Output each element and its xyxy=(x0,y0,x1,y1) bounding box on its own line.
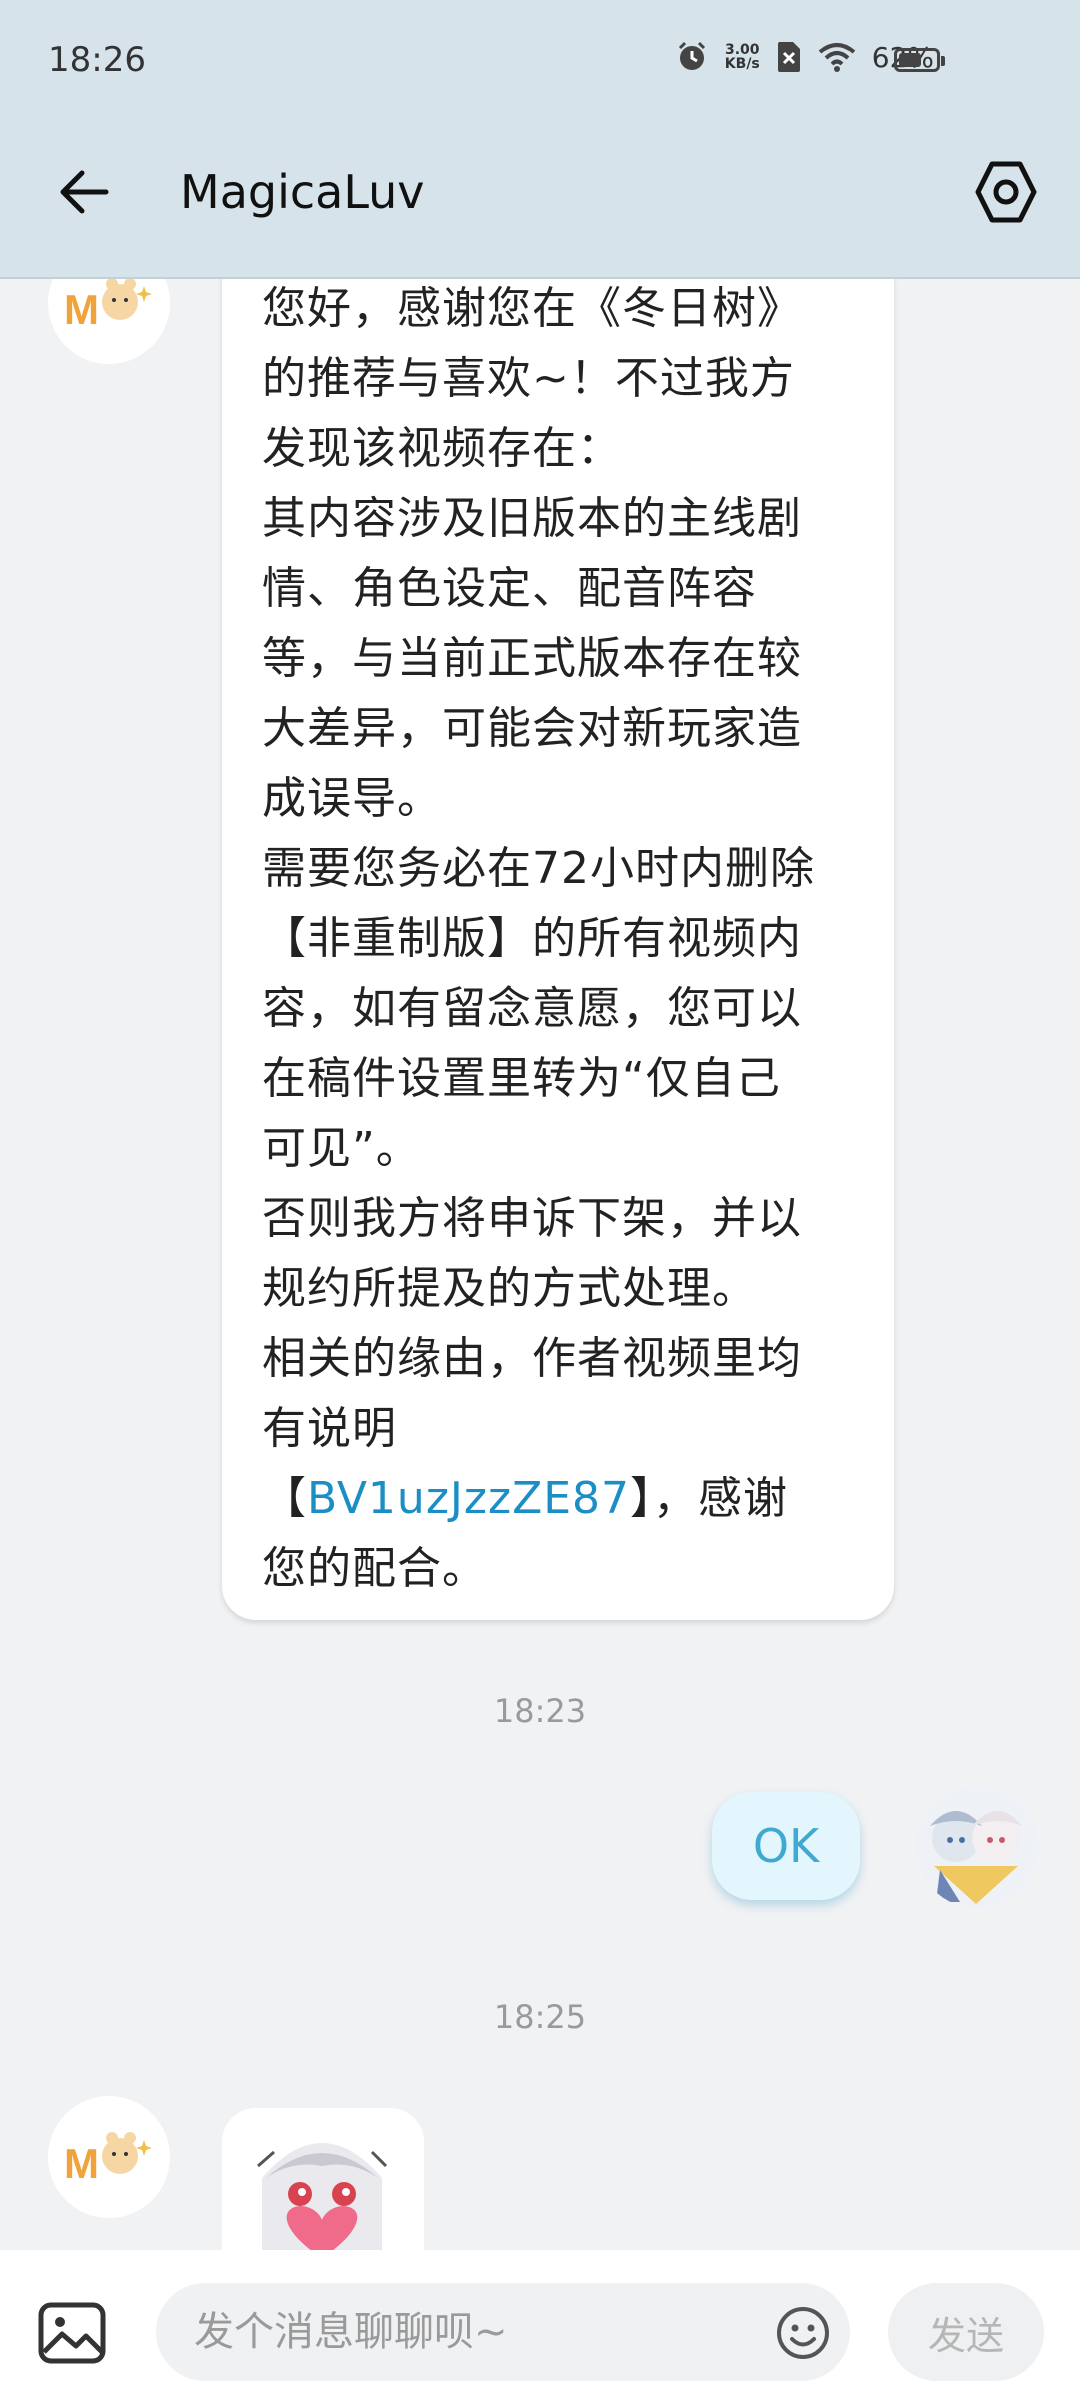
wifi-icon xyxy=(818,43,856,72)
svg-text:M: M xyxy=(64,286,99,333)
input-bar: 发送 xyxy=(0,2250,1080,2408)
page-title: MagicaLuv xyxy=(180,165,425,219)
message-line: 可见”。 xyxy=(262,1123,421,1174)
network-speed-value: 3.00 xyxy=(725,42,760,58)
magicaluv-avatar-icon[interactable]: M xyxy=(48,2096,170,2218)
message-line: 大差异，可能会对新玩家造 xyxy=(262,703,802,754)
video-link[interactable]: BV1uzJzzZE87 xyxy=(307,1473,630,1524)
message-line: 相关的缘由，作者视频里均 xyxy=(262,1333,802,1384)
outgoing-message-text: OK xyxy=(752,1819,820,1873)
arrow-left-icon[interactable] xyxy=(52,160,116,224)
message-line: 有说明 xyxy=(262,1403,397,1454)
message-line: 在稿件设置里转为“仅自己 xyxy=(262,1053,781,1104)
message-line: 其内容涉及旧版本的主线剧 xyxy=(262,493,802,544)
svg-text:M: M xyxy=(64,2140,99,2187)
network-speed-unit: KB/s xyxy=(724,56,760,72)
outgoing-message-bubble: OK xyxy=(712,1792,860,1900)
send-button[interactable]: 发送 xyxy=(888,2283,1044,2381)
network-speed: 3.00 KB/s xyxy=(725,43,760,71)
message-line: 您好，感谢您在《冬日树》 xyxy=(262,283,802,334)
message-line: 您的配合。 xyxy=(262,1543,487,1594)
message-timestamp: 18:25 xyxy=(493,1998,587,2036)
battery-icon xyxy=(894,48,945,72)
user-avatar-icon[interactable] xyxy=(916,1786,1038,1908)
message-link-line: 【BV1uzJzzZE87】，感谢 xyxy=(262,1464,862,1534)
message-line: 规约所提及的方式处理。 xyxy=(262,1263,757,1314)
message-line: 容，如有留念意愿，您可以 xyxy=(262,983,802,1034)
message-line: 成误导。 xyxy=(262,773,442,824)
message-line: 需要您务必在72小时内删除 xyxy=(262,843,815,894)
message-input[interactable] xyxy=(156,2283,850,2381)
message-line: 等，与当前正式版本存在较 xyxy=(262,633,802,684)
message-line: 的推荐与喜欢~！不过我方 xyxy=(262,353,795,404)
sim-off-icon xyxy=(777,42,800,72)
battery-level xyxy=(899,53,922,67)
emoji-icon[interactable] xyxy=(776,2306,830,2360)
message-timestamp: 18:23 xyxy=(493,1692,587,1730)
incoming-message-text: 您好，感谢您在《冬日树》 的推荐与喜欢~！不过我方 发现该视频存在： 其内容涉及… xyxy=(262,274,862,1604)
message-line: 【非重制版】的所有视频内 xyxy=(262,913,802,964)
status-bar: 18:26 3.00 KB/s 62% xyxy=(0,0,1080,125)
settings-icon[interactable] xyxy=(972,158,1040,226)
send-label: 发送 xyxy=(927,2313,1004,2358)
alarm-icon xyxy=(678,41,705,70)
top-bar: 18:26 3.00 KB/s 62% xyxy=(0,0,1080,279)
link-bracket-open: 【 xyxy=(262,1473,307,1524)
message-line: 发现该视频存在： xyxy=(262,423,622,474)
message-line: 否则我方将申诉下架，并以 xyxy=(262,1193,802,1244)
message-line: 情、角色设定、配音阵容 xyxy=(262,563,757,614)
link-bracket-close: 】，感谢 xyxy=(630,1473,789,1524)
anime-girl-heart-sticker-icon[interactable] xyxy=(222,2108,424,2258)
image-icon[interactable] xyxy=(38,2302,106,2364)
status-time: 18:26 xyxy=(48,40,146,80)
